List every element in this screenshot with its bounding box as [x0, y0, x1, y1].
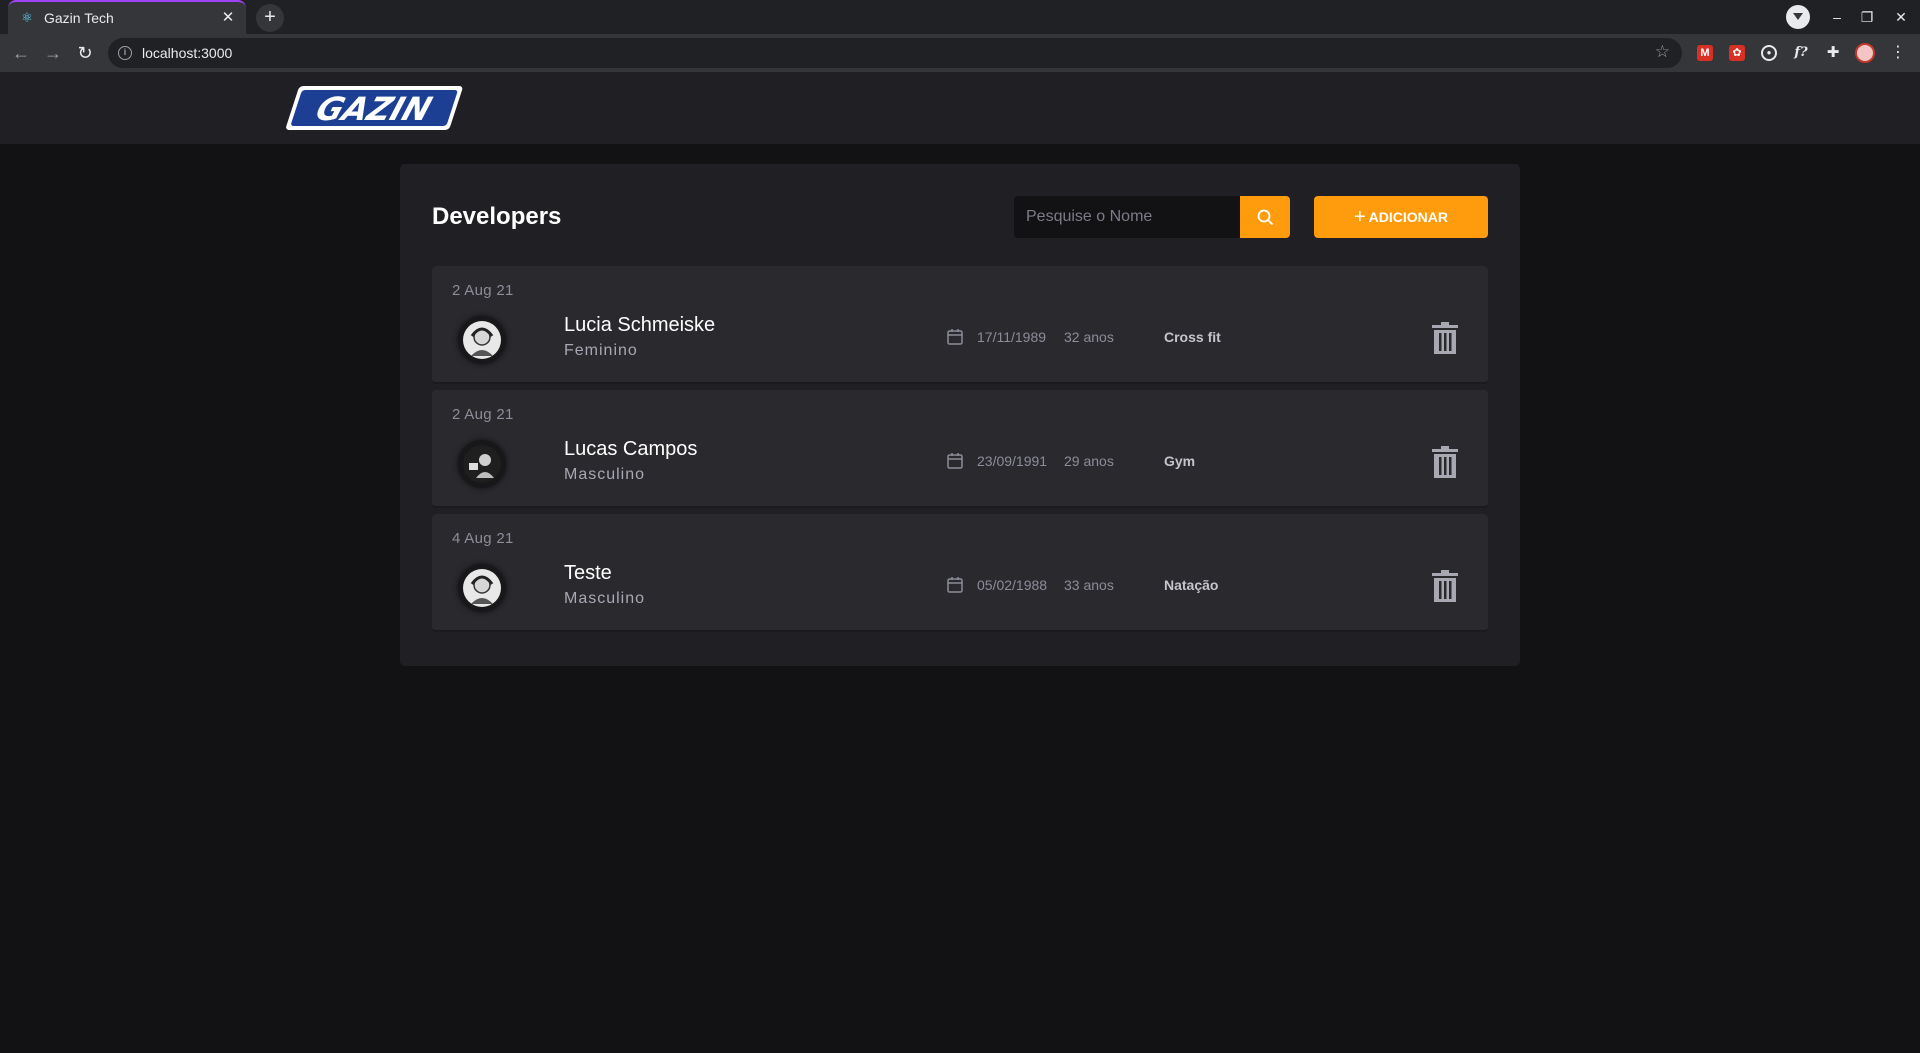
created-date: 2 Aug 21: [452, 282, 514, 299]
add-developer-button[interactable]: + ADICIONAR: [1314, 196, 1488, 238]
avatar: [458, 564, 506, 612]
developer-row[interactable]: 2 Aug 21 Lucia Schmeiske Feminino 17/11/…: [432, 266, 1488, 384]
trash-icon[interactable]: [1432, 322, 1458, 354]
more-menu-icon[interactable]: ⋮: [1890, 42, 1906, 62]
close-window-icon[interactable]: ✕: [1890, 6, 1912, 28]
developer-name: Teste: [564, 562, 612, 584]
extension-icon[interactable]: ✿: [1729, 45, 1745, 61]
created-date: 2 Aug 21: [452, 406, 514, 423]
age: 32 anos: [1064, 329, 1114, 345]
browser-tab[interactable]: ⚛ Gazin Tech ✕: [8, 0, 246, 34]
page-title: Developers: [432, 203, 562, 230]
gazin-logo: GAZIN: [278, 84, 466, 137]
logo-text: GAZIN: [311, 91, 436, 128]
browser-tab-bar: ⚛ Gazin Tech ✕ + – ❐ ✕: [0, 0, 1920, 34]
reload-icon[interactable]: ↻: [73, 41, 97, 65]
formula-extension-icon[interactable]: f?: [1793, 45, 1809, 61]
calendar-icon: [947, 577, 963, 593]
tab-search-icon[interactable]: [1786, 5, 1810, 29]
puzzle-extensions-icon[interactable]: ✚: [1825, 45, 1841, 61]
age: 33 anos: [1064, 577, 1114, 593]
restore-icon[interactable]: ❐: [1856, 6, 1878, 28]
search-button[interactable]: [1240, 196, 1290, 238]
developer-row[interactable]: 2 Aug 21 Lucas Campos Masculino 23/09/19…: [432, 390, 1488, 508]
tab-title: Gazin Tech: [44, 10, 114, 26]
calendar-icon: [947, 329, 963, 345]
new-tab-button[interactable]: +: [256, 4, 284, 32]
search-icon: [1257, 209, 1273, 225]
created-date: 4 Aug 21: [452, 530, 514, 547]
developer-gender: Masculino: [564, 590, 646, 607]
age: 29 anos: [1064, 453, 1114, 469]
gmail-extension-icon[interactable]: M: [1697, 45, 1713, 61]
minimize-icon[interactable]: –: [1826, 6, 1848, 28]
search-input[interactable]: [1014, 196, 1240, 238]
developer-gender: Feminino: [564, 342, 638, 359]
react-favicon-icon: ⚛: [21, 10, 33, 25]
developer-row[interactable]: 4 Aug 21 Teste Masculino 05/02/1988 33 a…: [432, 514, 1488, 632]
back-icon[interactable]: ←: [9, 41, 33, 65]
avatar: [458, 316, 506, 364]
browser-toolbar: ← → ↻ i localhost:3000 ☆ M ✿ ● f? ✚ ⋮: [0, 34, 1920, 72]
trash-icon[interactable]: [1432, 446, 1458, 478]
developer-name: Lucas Campos: [564, 438, 698, 460]
info-icon[interactable]: i: [118, 46, 132, 60]
developers-card: Developers + ADICIONAR 2 Aug 21 Lucia Sc…: [400, 164, 1520, 666]
forward-icon[interactable]: →: [41, 41, 65, 65]
hobby: Natação: [1164, 577, 1219, 593]
developer-name: Lucia Schmeiske: [564, 314, 716, 336]
app-header: GAZIN: [0, 72, 1920, 144]
hobby: Gym: [1164, 453, 1196, 469]
add-button-label: ADICIONAR: [1368, 209, 1449, 225]
birth-date: 23/09/1991: [977, 453, 1048, 469]
target-extension-icon[interactable]: ●: [1761, 45, 1777, 61]
profile-avatar[interactable]: [1855, 43, 1875, 63]
close-tab-icon[interactable]: ✕: [218, 8, 238, 28]
developer-gender: Masculino: [564, 466, 646, 483]
url-text[interactable]: localhost:3000: [142, 45, 232, 61]
birth-date: 05/02/1988: [977, 577, 1048, 593]
trash-icon[interactable]: [1432, 570, 1458, 602]
bookmark-star-icon[interactable]: ☆: [1655, 42, 1670, 62]
avatar: [458, 440, 506, 488]
calendar-icon: [947, 453, 963, 469]
address-bar[interactable]: i localhost:3000 ☆: [108, 38, 1682, 68]
hobby: Cross fit: [1164, 329, 1221, 345]
plus-icon: +: [1353, 206, 1366, 228]
developers-list: 2 Aug 21 Lucia Schmeiske Feminino 17/11/…: [432, 266, 1488, 638]
birth-date: 17/11/1989: [977, 329, 1047, 345]
